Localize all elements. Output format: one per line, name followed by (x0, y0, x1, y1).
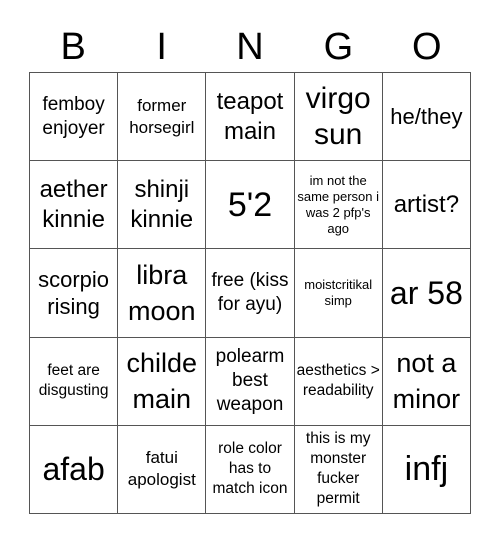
cell-text: former horsegirl (129, 95, 195, 137)
bingo-cell[interactable]: role color has to match icon (206, 425, 295, 514)
bingo-cell[interactable]: libra moon (118, 249, 207, 338)
bingo-cell[interactable]: im not the same person i was 2 pfp's ago (294, 161, 383, 250)
bingo-cell[interactable]: shinji kinnie (118, 161, 207, 250)
bingo-cell[interactable]: infj (382, 425, 471, 514)
bingo-cell[interactable]: ar 58 (382, 249, 471, 338)
cell-text: free (kiss for ayu) (211, 269, 289, 315)
bingo-cell[interactable]: former horsegirl (118, 73, 207, 162)
cell-text: not a minor (392, 348, 461, 415)
cell-text: im not the same person i was 2 pfp's ago (297, 172, 380, 236)
bingo-cell[interactable]: teapot main (206, 73, 295, 162)
header-letter-i: I (156, 26, 167, 68)
cell-text: aether kinnie (39, 175, 108, 233)
bingo-cell[interactable]: afab (30, 425, 119, 514)
bingo-cell[interactable]: childe main (118, 337, 207, 426)
cell-text: this is my monster fucker permit (305, 430, 371, 508)
cell-text: aesthetics > readability (296, 362, 380, 400)
cell-text: teapot main (216, 87, 284, 145)
header-letter-g: G (323, 26, 354, 68)
cell-text: libra moon (128, 259, 196, 326)
cell-text: shinji kinnie (130, 175, 194, 233)
cell-text: childe main (126, 348, 198, 415)
bingo-cell[interactable]: he/they (382, 73, 471, 162)
header-letter-o: O (412, 26, 442, 68)
bingo-cell[interactable]: artist? (382, 161, 471, 250)
cell-text: feet are disgusting (38, 362, 109, 400)
bingo-cell[interactable]: aether kinnie (30, 161, 119, 250)
bingo-cell[interactable]: not a minor (382, 337, 471, 426)
header-letter-b: B (60, 26, 86, 68)
bingo-cell[interactable]: virgo sun (294, 73, 383, 162)
cell-text: polearm best weapon (215, 346, 285, 416)
cell-text: femboy enjoyer (42, 93, 105, 139)
cell-text: infj (404, 450, 449, 489)
cell-text: fatui apologist (127, 448, 196, 490)
bingo-cell[interactable]: femboy enjoyer (30, 73, 119, 162)
cell-text: ar 58 (389, 274, 463, 311)
cell-text: afab (42, 451, 105, 488)
bingo-grid: femboy enjoyer former horsegirl teapot m… (29, 72, 471, 514)
cell-text: role color has to match icon (212, 440, 288, 498)
bingo-cell[interactable]: this is my monster fucker permit (294, 425, 383, 514)
cell-text: virgo sun (305, 81, 371, 151)
bingo-cell[interactable]: polearm best weapon (206, 337, 295, 426)
bingo-cell[interactable]: aesthetics > readability (294, 337, 383, 426)
cell-text: artist? (393, 190, 460, 218)
bingo-cell free-space[interactable]: free (kiss for ayu) (206, 249, 295, 338)
bingo-cell[interactable]: moistcritikal simp (294, 249, 383, 338)
bingo-header: B I N G O (29, 22, 471, 72)
header-letter-n: N (236, 26, 264, 68)
bingo-cell[interactable]: 5'2 (206, 161, 295, 250)
bingo-cell[interactable]: scorpio rising (30, 249, 119, 338)
cell-text: 5'2 (227, 185, 273, 224)
cell-text: he/they (390, 104, 463, 130)
bingo-cell[interactable]: feet are disgusting (30, 337, 119, 426)
cell-text: moistcritikal simp (304, 276, 373, 308)
bingo-cell[interactable]: fatui apologist (118, 425, 207, 514)
cell-text: scorpio rising (38, 266, 110, 319)
